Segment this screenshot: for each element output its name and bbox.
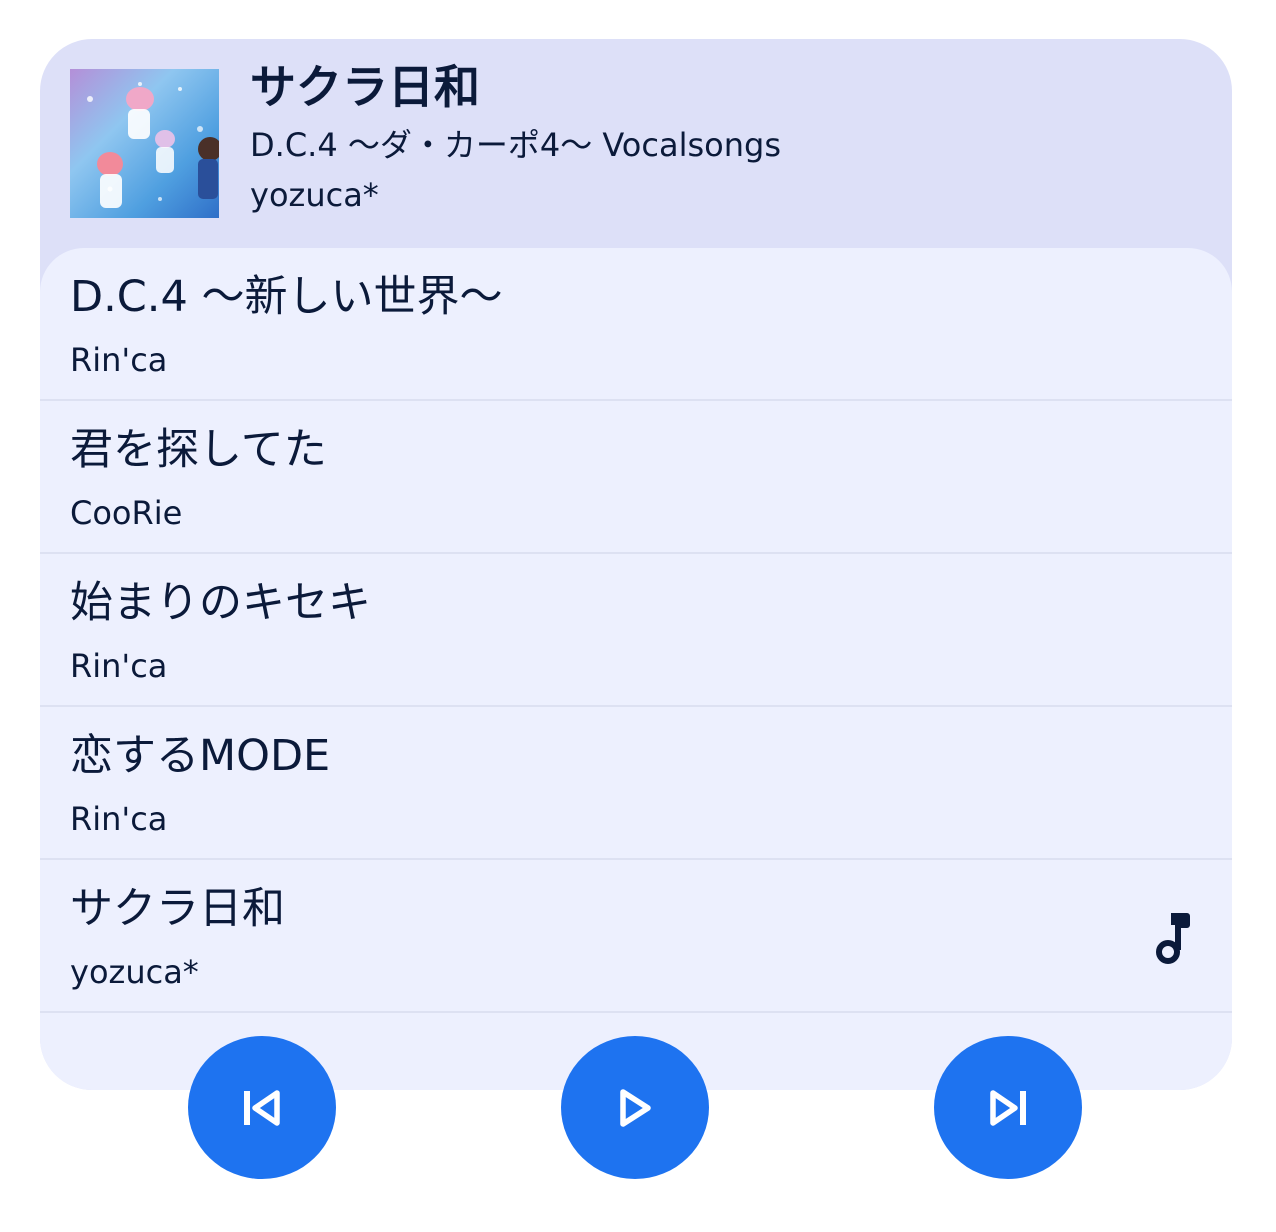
skip-previous-icon (244, 1089, 280, 1126)
music-note-icon (1151, 912, 1191, 964)
track-row[interactable]: 君を探してた CooRie (40, 401, 1232, 554)
skip-next-button[interactable] (934, 1036, 1082, 1179)
track-title: サクラ日和 (70, 884, 285, 934)
track-row[interactable]: 恋するMODE Rin'ca (40, 707, 1232, 860)
track-title: D.C.4 〜新しい世界〜 (70, 272, 503, 322)
album-art-image (70, 69, 219, 218)
now-playing-title: サクラ日和 (250, 60, 480, 114)
skip-previous-button[interactable] (188, 1036, 336, 1179)
track-row-playing[interactable]: サクラ日和 yozuca* (40, 860, 1232, 1013)
track-artist: CooRie (70, 494, 183, 532)
track-artist: Rin'ca (70, 800, 168, 838)
play-button[interactable] (561, 1036, 709, 1179)
track-title: 君を探してた (70, 425, 327, 475)
media-widget: サクラ日和 D.C.4 〜ダ・カーポ4〜 Vocalsongs yozuca* … (40, 39, 1232, 1090)
now-playing-header[interactable]: サクラ日和 D.C.4 〜ダ・カーポ4〜 Vocalsongs yozuca* (40, 39, 1232, 259)
album-art (70, 69, 219, 218)
now-playing-album: D.C.4 〜ダ・カーポ4〜 Vocalsongs (250, 126, 781, 164)
track-title: 始まりのキセキ (70, 578, 371, 628)
track-row[interactable]: 始まりのキセキ Rin'ca (40, 554, 1232, 707)
skip-next-icon (990, 1089, 1026, 1126)
track-list[interactable]: D.C.4 〜新しい世界〜 Rin'ca 君を探してた CooRie 始まりのキ… (40, 248, 1232, 1090)
track-title: 恋するMODE (70, 731, 331, 781)
track-row[interactable]: D.C.4 〜新しい世界〜 Rin'ca (40, 248, 1232, 401)
now-playing-artist: yozuca* (250, 176, 379, 214)
track-artist: yozuca* (70, 953, 199, 991)
track-artist: Rin'ca (70, 341, 168, 379)
play-icon (620, 1088, 651, 1127)
track-artist: Rin'ca (70, 647, 168, 685)
